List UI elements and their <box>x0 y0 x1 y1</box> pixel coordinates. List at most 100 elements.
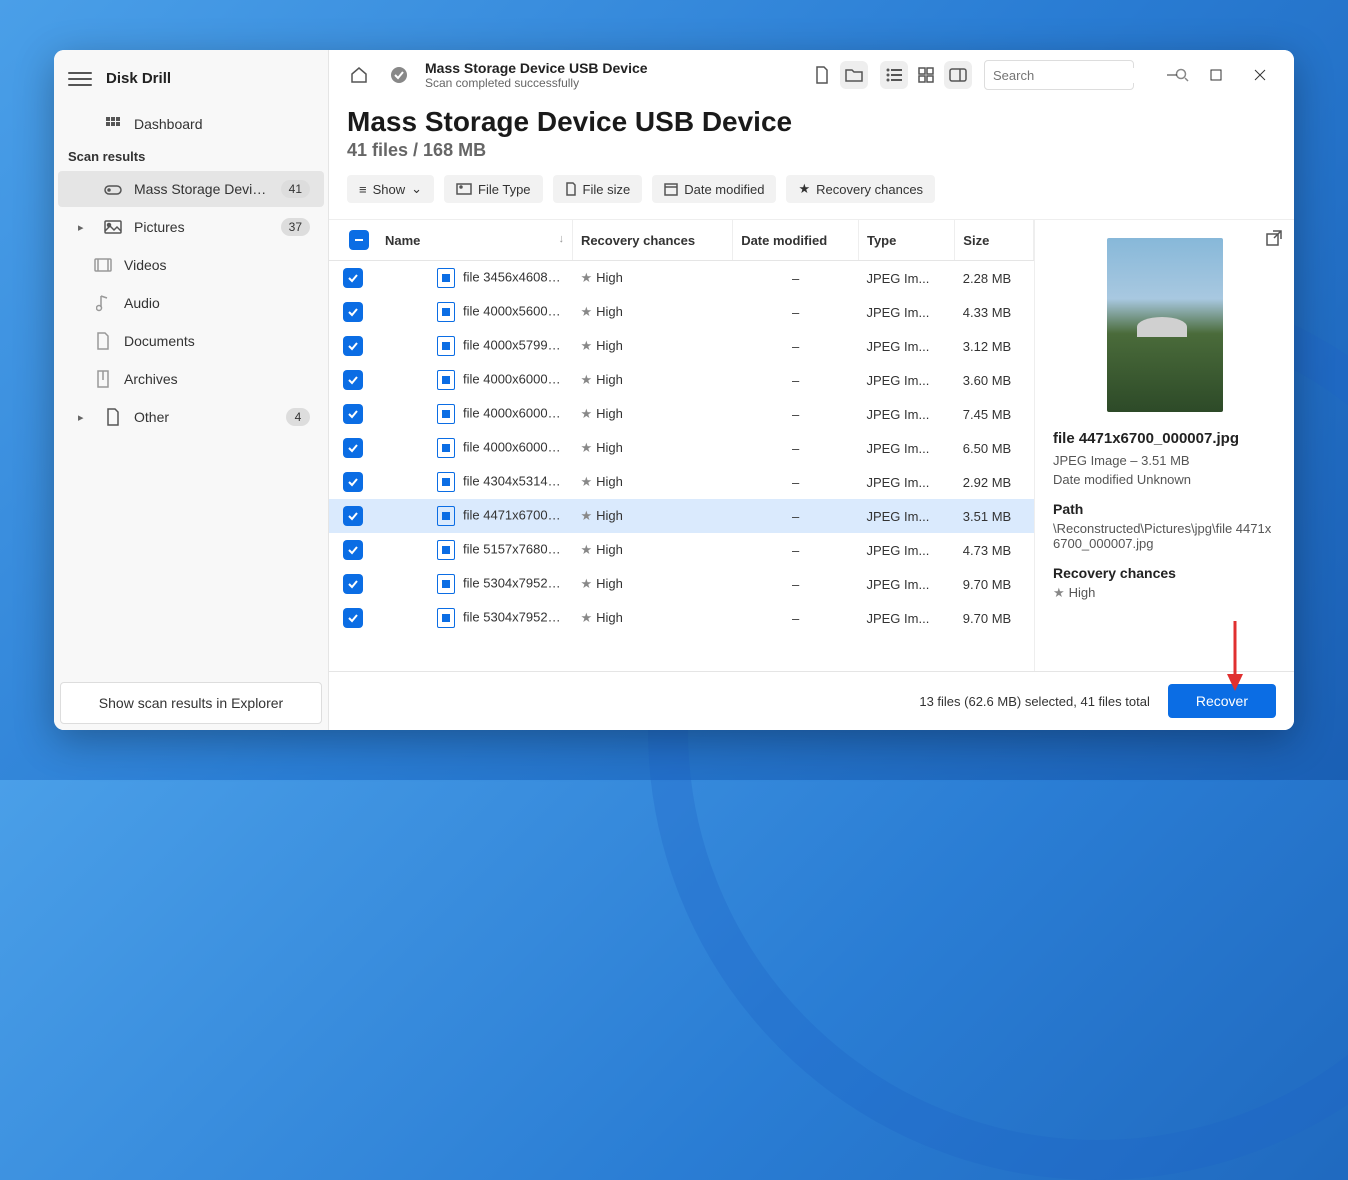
file-icon <box>437 370 455 390</box>
star-icon: ★ <box>580 542 592 557</box>
row-checkbox[interactable] <box>343 336 363 356</box>
check-icon <box>385 61 413 89</box>
column-name[interactable]: Name↓ <box>377 220 572 261</box>
column-recovery[interactable]: Recovery chances <box>572 220 732 261</box>
star-icon: ★ <box>580 372 592 387</box>
close-button[interactable] <box>1242 60 1278 90</box>
star-icon: ★ <box>580 338 592 353</box>
cell-size: 4.73 MB <box>955 533 1034 567</box>
table-row[interactable]: file 4000x6000_00...★High–JPEG Im...6.50… <box>329 431 1034 465</box>
table-row[interactable]: file 4471x6700_00...★High–JPEG Im...3.51… <box>329 499 1034 533</box>
sidebar-item-pictures[interactable]: ▸ Pictures 37 <box>58 209 324 245</box>
sidebar-item-device[interactable]: Mass Storage Device USB... 41 <box>58 171 324 207</box>
recovery-filter-button[interactable]: ★ Recovery chances <box>786 175 935 203</box>
date-filter-button[interactable]: Date modified <box>652 175 776 203</box>
hamburger-icon[interactable] <box>68 72 92 86</box>
row-checkbox[interactable] <box>343 506 363 526</box>
cell-size: 2.92 MB <box>955 465 1034 499</box>
select-all-checkbox[interactable] <box>349 230 369 250</box>
grid-view-icon[interactable] <box>912 61 940 89</box>
page-title: Mass Storage Device USB Device <box>347 106 1276 138</box>
recover-button[interactable]: Recover <box>1168 684 1276 718</box>
cell-date: – <box>733 363 859 397</box>
table-row[interactable]: file 4000x5799_00...★High–JPEG Im...3.12… <box>329 329 1034 363</box>
file-icon <box>437 506 455 526</box>
column-type[interactable]: Type <box>858 220 954 261</box>
file-view-icon[interactable] <box>808 61 836 89</box>
cell-size: 9.70 MB <box>955 567 1034 601</box>
image-icon <box>104 218 122 236</box>
row-checkbox[interactable] <box>343 540 363 560</box>
document-icon <box>565 182 577 196</box>
row-checkbox[interactable] <box>343 608 363 628</box>
sidebar-item-documents[interactable]: Documents <box>58 323 324 359</box>
star-icon: ★ <box>580 440 592 455</box>
file-table: Name↓ Recovery chances Date modified Typ… <box>329 220 1034 671</box>
chevron-right-icon: ▸ <box>78 411 92 424</box>
table-row[interactable]: file 5304x7952_00...★High–JPEG Im...9.70… <box>329 567 1034 601</box>
file-size-filter-button[interactable]: File size <box>553 175 643 203</box>
table-row[interactable]: file 3456x4608_00...★High–JPEG Im...2.28… <box>329 261 1034 296</box>
show-filter-button[interactable]: ≡ Show ⌄ <box>347 175 434 203</box>
star-icon: ★ <box>798 181 810 197</box>
table-row[interactable]: file 4000x6000_00...★High–JPEG Im...3.60… <box>329 363 1034 397</box>
table-row[interactable]: file 4000x6000_00...★High–JPEG Im...7.45… <box>329 397 1034 431</box>
sidebar-item-dashboard[interactable]: Dashboard <box>58 106 324 142</box>
cell-name: file 4000x5600_00... <box>377 295 572 329</box>
cell-type: JPEG Im... <box>858 295 954 329</box>
cell-recovery: ★High <box>572 363 732 397</box>
row-checkbox[interactable] <box>343 404 363 424</box>
column-date[interactable]: Date modified <box>733 220 859 261</box>
cell-recovery: ★High <box>572 567 732 601</box>
other-icon <box>104 408 122 426</box>
column-size[interactable]: Size <box>955 220 1034 261</box>
table-row[interactable]: file 4000x5600_00...★High–JPEG Im...4.33… <box>329 295 1034 329</box>
cell-size: 6.50 MB <box>955 431 1034 465</box>
folder-view-icon[interactable] <box>840 61 868 89</box>
sidebar-item-audio[interactable]: Audio <box>58 285 324 321</box>
preview-path-label: Path <box>1053 501 1276 517</box>
preview-date: Date modified Unknown <box>1053 472 1276 487</box>
cell-type: JPEG Im... <box>858 431 954 465</box>
row-checkbox[interactable] <box>343 574 363 594</box>
cell-type: JPEG Im... <box>858 363 954 397</box>
cell-size: 3.12 MB <box>955 329 1034 363</box>
panel-view-icon[interactable] <box>944 61 972 89</box>
row-checkbox[interactable] <box>343 302 363 322</box>
maximize-button[interactable] <box>1198 60 1234 90</box>
table-row[interactable]: file 5304x7952_00...★High–JPEG Im...9.70… <box>329 601 1034 635</box>
cell-name: file 5157x7680_00... <box>377 533 572 567</box>
app-title: Disk Drill <box>106 70 171 87</box>
file-icon <box>437 404 455 424</box>
row-checkbox[interactable] <box>343 472 363 492</box>
table-row[interactable]: file 4304x5314_00...★High–JPEG Im...2.92… <box>329 465 1034 499</box>
cell-name: file 4000x6000_00... <box>377 431 572 465</box>
cell-size: 3.51 MB <box>955 499 1034 533</box>
row-checkbox[interactable] <box>343 370 363 390</box>
row-checkbox[interactable] <box>343 268 363 288</box>
table-row[interactable]: file 5157x7680_00...★High–JPEG Im...4.73… <box>329 533 1034 567</box>
cell-recovery: ★High <box>572 329 732 363</box>
sidebar-item-videos[interactable]: Videos <box>58 247 324 283</box>
show-in-explorer-button[interactable]: Show scan results in Explorer <box>60 682 322 724</box>
selection-status: 13 files (62.6 MB) selected, 41 files to… <box>919 694 1150 709</box>
cell-date: – <box>733 601 859 635</box>
list-view-icon[interactable] <box>880 61 908 89</box>
home-icon[interactable] <box>345 61 373 89</box>
sidebar-item-other[interactable]: ▸ Other 4 <box>58 399 324 435</box>
file-type-filter-button[interactable]: File Type <box>444 175 543 203</box>
cell-size: 2.28 MB <box>955 261 1034 296</box>
row-checkbox[interactable] <box>343 438 363 458</box>
calendar-icon <box>664 182 678 196</box>
star-icon: ★ <box>580 270 592 285</box>
sidebar-item-archives[interactable]: Archives <box>58 361 324 397</box>
minimize-button[interactable] <box>1154 60 1190 90</box>
cell-size: 3.60 MB <box>955 363 1034 397</box>
preview-recovery-label: Recovery chances <box>1053 565 1276 581</box>
file-icon <box>437 302 455 322</box>
file-icon <box>437 336 455 356</box>
popout-icon[interactable] <box>1266 230 1282 246</box>
drive-icon <box>104 180 122 198</box>
search-input[interactable] <box>984 60 1134 90</box>
cell-name: file 4000x5799_00... <box>377 329 572 363</box>
